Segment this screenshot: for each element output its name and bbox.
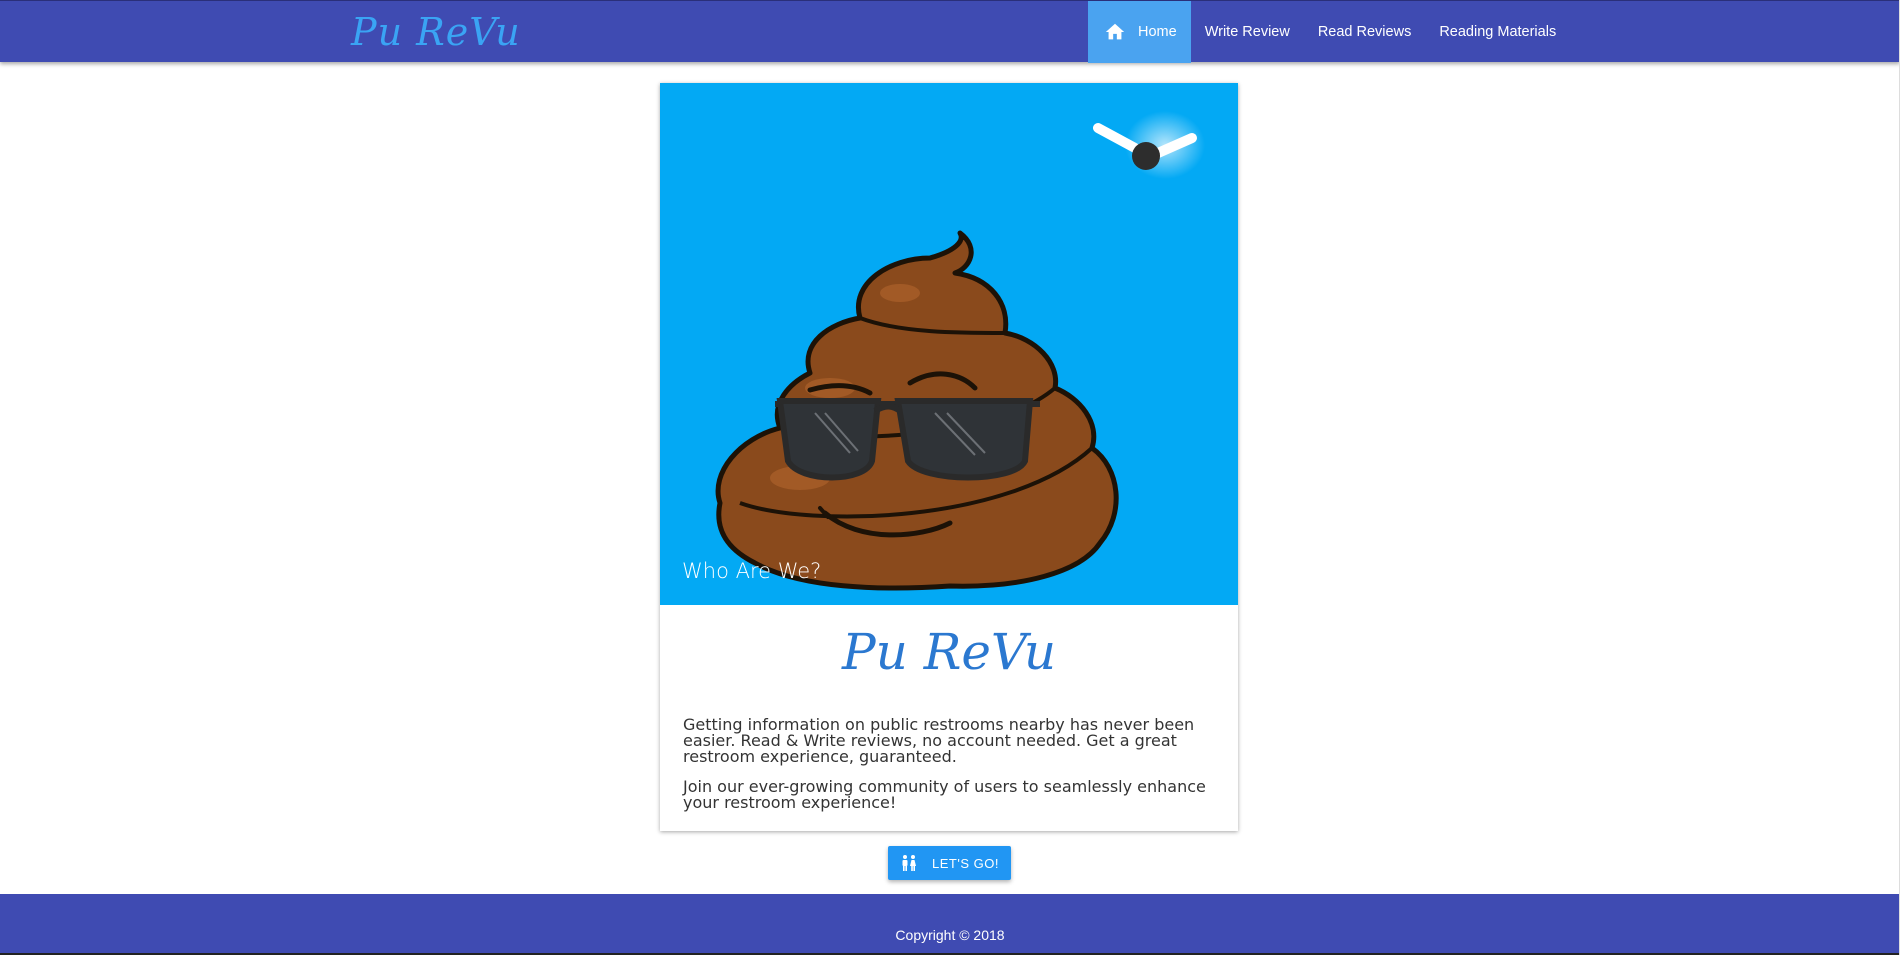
- nav-item-label: Home: [1138, 24, 1177, 40]
- poop-emoji-illustration: [715, 111, 1205, 591]
- nav-item-label: Reading Materials: [1439, 24, 1557, 40]
- intro-card: Who Are We? Pu ReVu Getting information …: [660, 83, 1238, 831]
- home-icon: [1104, 21, 1126, 43]
- nav-item-label: Read Reviews: [1317, 24, 1412, 40]
- lets-go-button[interactable]: LET'S GO!: [888, 846, 1011, 880]
- nav-item-label: Write Review: [1204, 24, 1290, 40]
- nav-item-home[interactable]: Home: [1088, 1, 1191, 63]
- copyright-text: Copyright © 2018: [895, 927, 1005, 943]
- restroom-icon: [900, 855, 918, 871]
- card-paragraph: Getting information on public restrooms …: [683, 715, 1195, 766]
- nav-item-write-review[interactable]: Write Review: [1191, 1, 1304, 63]
- nav-item-reading-materials[interactable]: Reading Materials: [1425, 1, 1570, 63]
- card-title: Pu ReVu: [841, 623, 1057, 681]
- footer: Copyright © 2018: [0, 894, 1900, 955]
- hero-image: Who Are We?: [660, 83, 1238, 605]
- card-paragraph: Join our ever-growing community of users…: [683, 777, 1206, 812]
- card-description: Getting information on public restrooms …: [683, 717, 1223, 825]
- brand-logo[interactable]: Pu ReVu: [351, 7, 521, 57]
- navbar: Pu ReVu Home Write Review Read Reviews R…: [0, 0, 1900, 63]
- nav-item-read-reviews[interactable]: Read Reviews: [1304, 1, 1426, 63]
- nav-menu: Home Write Review Read Reviews Reading M…: [1088, 1, 1570, 63]
- hero-caption: Who Are We?: [682, 559, 822, 583]
- lets-go-label: LET'S GO!: [932, 855, 999, 871]
